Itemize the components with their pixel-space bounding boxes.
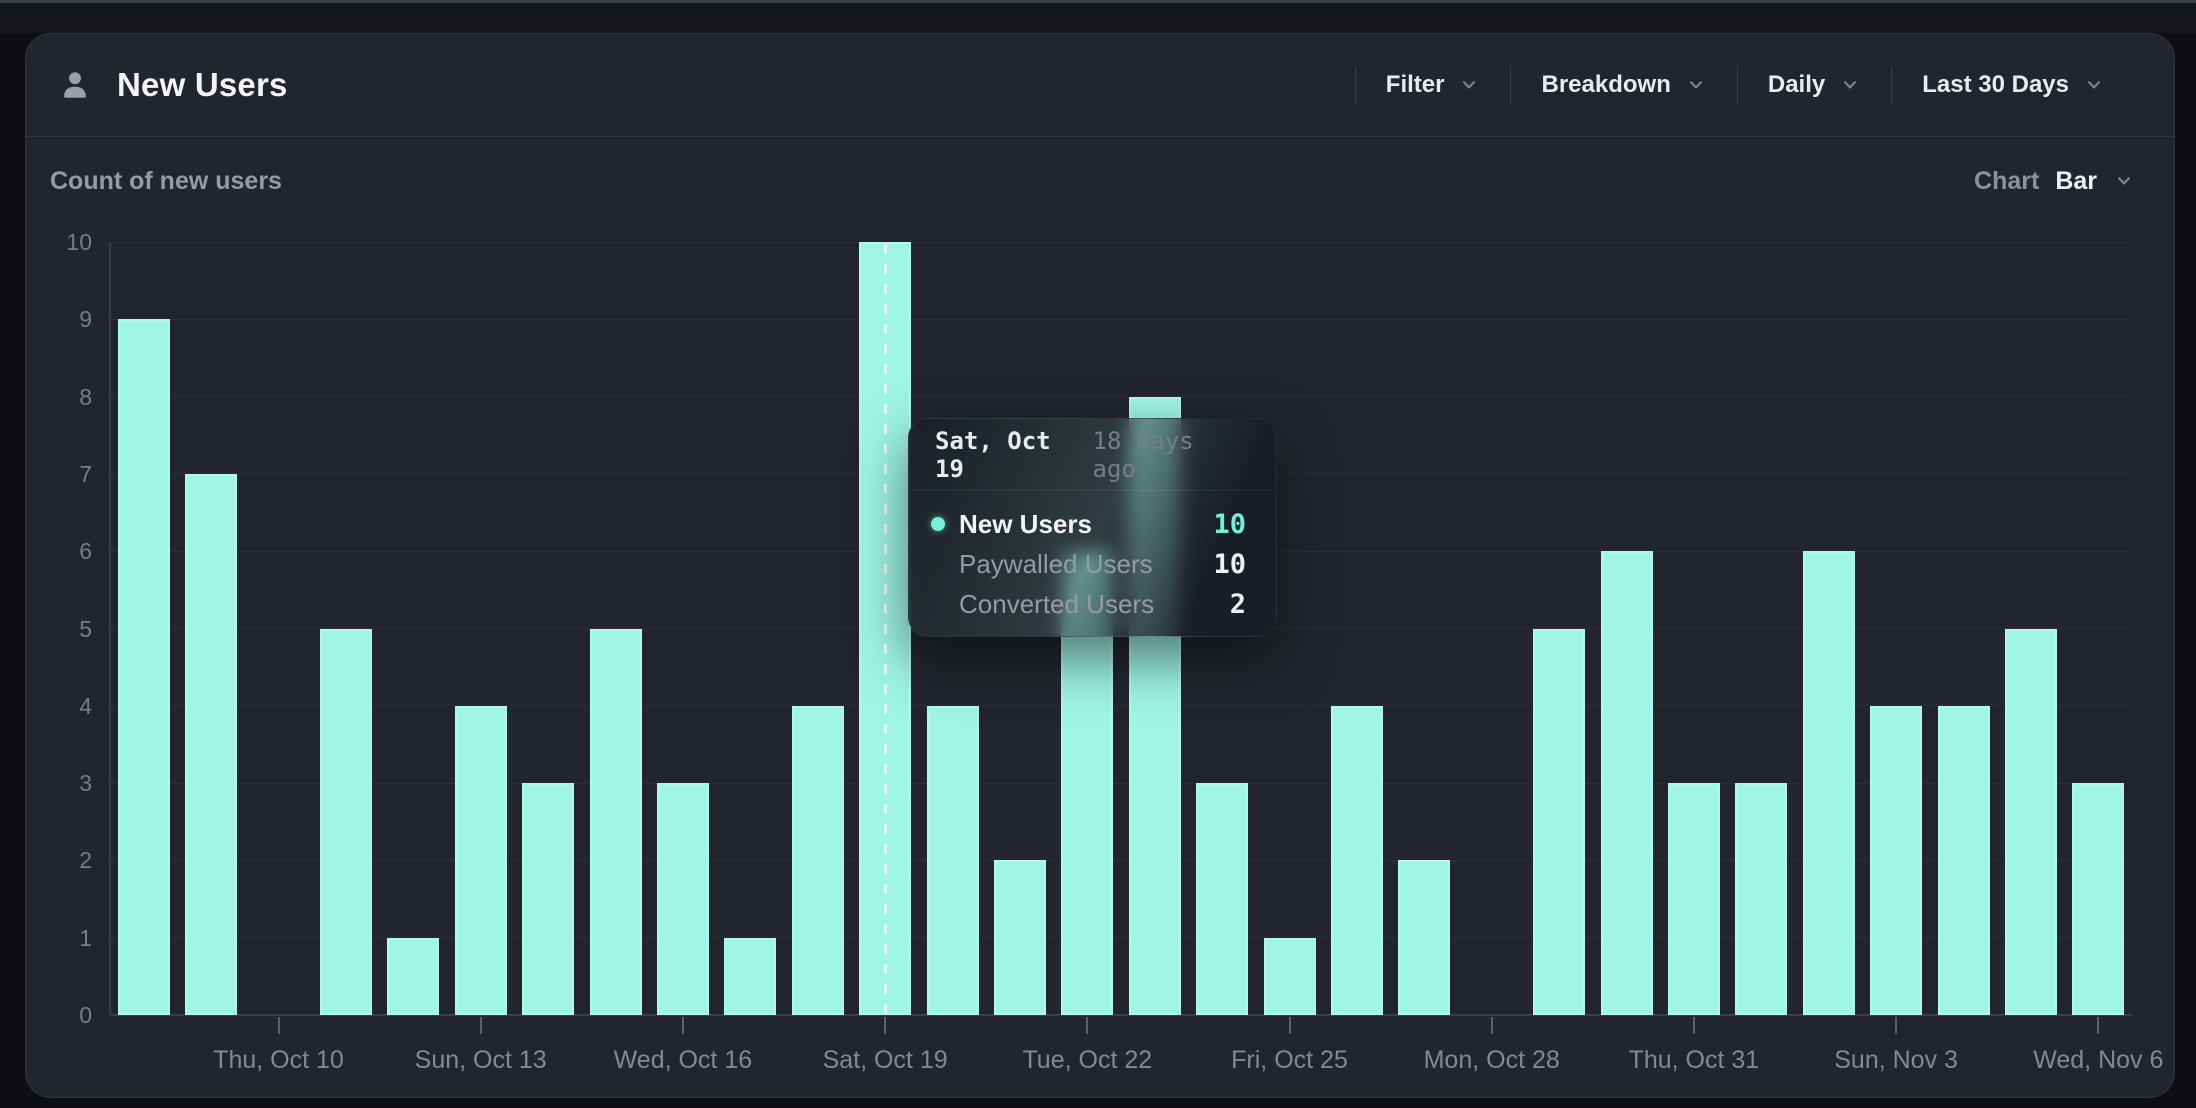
page-title: New Users (117, 66, 288, 104)
y-axis-label: 6 (28, 537, 92, 565)
dropdown-daily[interactable]: Daily (1738, 71, 1891, 99)
gridline-y8 (110, 396, 2132, 397)
chart-subheader: Count of new users Chart Bar (25, 137, 2175, 225)
chevron-down-icon (1458, 74, 1480, 96)
dropdown-filter[interactable]: Filter (1356, 71, 1511, 99)
dropdown-label: Last 30 Days (1922, 71, 2069, 99)
chart-bar-oct-25[interactable] (1264, 938, 1316, 1015)
chart-bar-oct-26[interactable] (1331, 706, 1383, 1015)
chart-bar-oct-12[interactable] (387, 938, 439, 1015)
y-axis-label: 1 (28, 924, 92, 952)
panel-title-group: New Users (25, 66, 288, 104)
user-icon (59, 69, 91, 101)
metric-label: Count of new users (50, 167, 282, 196)
x-axis-tick (1086, 1017, 1088, 1034)
chart-bar-nov-4[interactable] (1938, 706, 1990, 1015)
window-topbar (0, 3, 2196, 33)
series-dot-icon (931, 517, 945, 531)
y-axis-label: 5 (28, 615, 92, 643)
chart-select-label: Chart (1974, 167, 2039, 196)
chart-tooltip: Sat, Oct 19 18 days ago New Users10Paywa… (908, 418, 1277, 637)
panel-header: New Users Filter Breakdown Daily Last 30 Da… (25, 33, 2175, 137)
chart-bar-oct-21[interactable] (994, 860, 1046, 1015)
y-axis-label: 4 (28, 692, 92, 720)
tooltip-header: Sat, Oct 19 18 days ago (913, 419, 1272, 491)
x-axis-tick (682, 1017, 684, 1034)
chart-type-select[interactable]: Chart Bar (1974, 167, 2135, 196)
y-axis-label: 8 (28, 383, 92, 411)
x-axis-tick (1693, 1017, 1695, 1034)
y-axis-label: 0 (28, 1001, 92, 1029)
tooltip-row-paywalled-users: Paywalled Users10 (935, 544, 1250, 584)
dropdown-label: Breakdown (1541, 71, 1670, 99)
chevron-down-icon (2083, 74, 2105, 96)
tooltip-row-label: New Users (959, 509, 1213, 540)
chart-bar-nov-2[interactable] (1803, 551, 1855, 1015)
dropdown-label: Filter (1386, 71, 1445, 99)
tooltip-row-value: 10 (1213, 549, 1250, 580)
chart-bar-nov-6[interactable] (2072, 783, 2124, 1015)
chart-bar-nov-5[interactable] (2005, 629, 2057, 1016)
chart-bar-oct-17[interactable] (724, 938, 776, 1015)
y-axis-label: 3 (28, 769, 92, 797)
tooltip-relative-time: 18 days ago (1093, 427, 1251, 483)
hover-dashed-line (884, 244, 887, 1015)
chart-bar-oct-29[interactable] (1533, 629, 1585, 1016)
chart-bar-oct-11[interactable] (320, 629, 372, 1016)
dropdown-label: Daily (1768, 71, 1825, 99)
y-axis-label: 2 (28, 846, 92, 874)
chart-bar-oct-18[interactable] (792, 706, 844, 1015)
chart-bar-oct-8[interactable] (118, 319, 170, 1015)
chart-bar-oct-14[interactable] (522, 783, 574, 1015)
y-axis-line (109, 242, 111, 1015)
tooltip-row-value: 10 (1213, 509, 1250, 540)
x-axis-tick (1895, 1017, 1897, 1034)
gridline-y10 (110, 242, 2132, 243)
chart-bar-nov-3[interactable] (1870, 706, 1922, 1015)
x-axis-tick (1289, 1017, 1291, 1034)
tooltip-row-label: Converted Users (959, 589, 1230, 620)
chart-bar-oct-20[interactable] (927, 706, 979, 1015)
y-axis-label: 7 (28, 460, 92, 488)
tooltip-row-converted-users: Converted Users2 (935, 584, 1250, 624)
tooltip-row-new-users: New Users10 (935, 504, 1250, 544)
chevron-down-icon (1839, 74, 1861, 96)
chart-bar-oct-30[interactable] (1601, 551, 1653, 1015)
dropdown-breakdown[interactable]: Breakdown (1511, 71, 1736, 99)
y-axis-label: 9 (28, 305, 92, 333)
x-axis-tick (480, 1017, 482, 1034)
chart-bar-nov-1[interactable] (1735, 783, 1787, 1015)
x-axis-tick (278, 1017, 280, 1034)
chart-bar-oct-27[interactable] (1398, 860, 1450, 1015)
chart-bar-oct-16[interactable] (657, 783, 709, 1015)
chevron-down-icon (1685, 74, 1707, 96)
chart-select-value: Bar (2055, 167, 2097, 196)
tooltip-row-label: Paywalled Users (959, 549, 1213, 580)
y-axis-label: 10 (28, 228, 92, 256)
x-axis-label: Wed, Nov 6 (1978, 1046, 2196, 1075)
dropdown-last-30-days[interactable]: Last 30 Days (1892, 71, 2135, 99)
x-axis-tick (2097, 1017, 2099, 1034)
x-axis-tick (1491, 1017, 1493, 1034)
chart-bar-oct-19[interactable] (859, 242, 911, 1015)
chart-bar-oct-13[interactable] (455, 706, 507, 1015)
gridline-y9 (110, 319, 2132, 320)
chart-bar-oct-24[interactable] (1196, 783, 1248, 1015)
chart-bar-oct-9[interactable] (185, 474, 237, 1015)
tooltip-date: Sat, Oct 19 (935, 427, 1093, 483)
analytics-dashboard: New Users Filter Breakdown Daily Last 30 Da… (0, 0, 2196, 1108)
chart-bar-oct-31[interactable] (1668, 783, 1720, 1015)
header-controls: Filter Breakdown Daily Last 30 Days (1355, 66, 2175, 104)
tooltip-rows: New Users10Paywalled Users10Converted Us… (909, 491, 1276, 624)
chart-bar-oct-15[interactable] (590, 629, 642, 1016)
chevron-down-icon (2113, 170, 2135, 192)
x-axis-tick (884, 1017, 886, 1034)
tooltip-row-value: 2 (1230, 589, 1250, 620)
